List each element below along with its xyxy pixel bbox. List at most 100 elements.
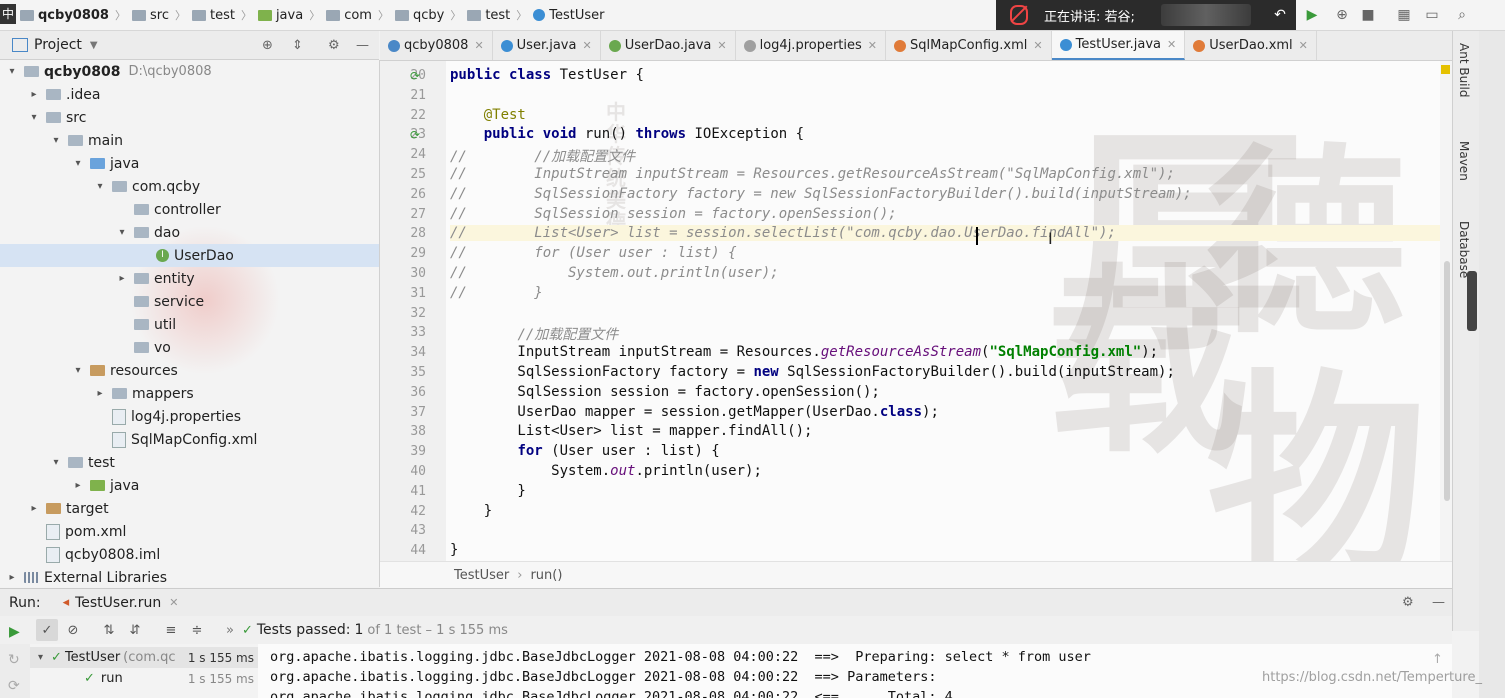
editor-tab[interactable]: UserDao.java ✕ bbox=[601, 31, 736, 60]
expand-all-icon[interactable]: ≡ bbox=[160, 619, 182, 641]
collapse-all-icon[interactable]: ⇕ bbox=[292, 38, 303, 53]
close-icon[interactable]: ✕ bbox=[1033, 39, 1042, 52]
more-icon[interactable]: » bbox=[226, 623, 234, 638]
tree-node[interactable]: log4j.properties bbox=[0, 405, 379, 428]
run-gutter-icon[interactable]: ⟳ bbox=[410, 69, 424, 83]
show-passed-icon[interactable]: ✓ bbox=[36, 619, 58, 641]
tree-node[interactable]: ▾ test bbox=[0, 451, 379, 474]
expand-arrow-icon[interactable]: ▸ bbox=[72, 480, 84, 491]
maven-tool[interactable]: Maven bbox=[1457, 141, 1471, 181]
tree-node[interactable]: vo bbox=[0, 336, 379, 359]
close-icon[interactable]: ✕ bbox=[1167, 38, 1176, 51]
tree-node[interactable]: ▸ .idea bbox=[0, 83, 379, 106]
close-icon[interactable]: ✕ bbox=[169, 596, 178, 609]
editor-tab[interactable]: TestUser.java ✕ bbox=[1051, 31, 1186, 60]
breadcrumb-item[interactable]: qcby bbox=[391, 8, 448, 23]
scroll-thumb[interactable] bbox=[1444, 261, 1450, 501]
close-icon[interactable]: ✕ bbox=[717, 39, 726, 52]
scroll-up-icon[interactable]: ↑ bbox=[1432, 652, 1443, 667]
tree-node[interactable]: qcby0808.iml bbox=[0, 543, 379, 566]
tree-node[interactable]: ▾ main bbox=[0, 129, 379, 152]
tree-node[interactable]: controller bbox=[0, 198, 379, 221]
project-structure-icon[interactable]: ▦ bbox=[1396, 7, 1412, 23]
tree-node[interactable]: ▸ target bbox=[0, 497, 379, 520]
tree-node[interactable]: ▾ dao bbox=[0, 221, 379, 244]
rerun-failed-icon[interactable]: ↻ bbox=[8, 652, 20, 668]
close-icon[interactable]: ✕ bbox=[474, 39, 483, 52]
search-icon[interactable]: ⌕ bbox=[1454, 7, 1470, 23]
stop-icon[interactable]: ■ bbox=[1360, 7, 1376, 23]
editor-scrollbar[interactable] bbox=[1440, 61, 1452, 561]
expand-arrow-icon[interactable]: ▾ bbox=[50, 135, 62, 146]
close-icon[interactable]: ✕ bbox=[868, 39, 877, 52]
expand-arrow-icon[interactable]: ▸ bbox=[28, 503, 40, 514]
breadcrumb-item[interactable]: src bbox=[128, 8, 173, 23]
run-gutter-icon[interactable]: ⟳ bbox=[410, 128, 424, 142]
back-icon[interactable]: ↶ bbox=[1272, 7, 1288, 23]
expand-arrow-icon[interactable]: ▾ bbox=[72, 158, 84, 169]
project-view-selector[interactable]: Project bbox=[34, 37, 82, 53]
gear-icon[interactable]: ⚙ bbox=[328, 38, 340, 53]
muted-mic-icon[interactable] bbox=[1010, 5, 1028, 25]
gear-icon[interactable]: ⚙ bbox=[1402, 595, 1414, 610]
collapse-all-icon[interactable]: ≑ bbox=[186, 619, 208, 641]
editor-tab[interactable]: User.java ✕ bbox=[493, 31, 601, 60]
test-node-class[interactable]: ▾ ✓ TestUser (com.qc 1 s 155 ms bbox=[30, 647, 258, 668]
expand-arrow-icon[interactable]: ▸ bbox=[28, 89, 40, 100]
tree-node[interactable]: ▸ External Libraries bbox=[0, 566, 379, 587]
code-editor[interactable]: 厚 德 载 物 道德高尚承担重大任务 中华传统美德 public class T… bbox=[446, 61, 1440, 561]
tree-node[interactable]: ▾ qcby0808 D:\qcby0808 bbox=[0, 60, 379, 83]
close-icon[interactable]: ✕ bbox=[582, 39, 591, 52]
expand-arrow-icon[interactable]: ▾ bbox=[6, 66, 18, 77]
editor-crumb-class[interactable]: TestUser bbox=[454, 568, 509, 583]
tree-node[interactable]: util bbox=[0, 313, 379, 336]
editor-tab[interactable]: UserDao.xml ✕ bbox=[1185, 31, 1317, 60]
database-tool[interactable]: Database bbox=[1457, 221, 1471, 278]
tree-node[interactable]: pom.xml bbox=[0, 520, 379, 543]
tree-node[interactable]: service bbox=[0, 290, 379, 313]
sort-duration-icon[interactable]: ⇵ bbox=[124, 619, 146, 641]
editor-tab[interactable]: log4j.properties ✕ bbox=[736, 31, 886, 60]
side-handle[interactable] bbox=[1467, 271, 1477, 331]
breadcrumb-item[interactable]: java bbox=[254, 8, 307, 23]
breadcrumb-item[interactable]: test bbox=[463, 8, 514, 23]
coverage-icon[interactable]: ⊕ bbox=[1334, 7, 1350, 23]
tree-node[interactable]: I UserDao bbox=[0, 244, 379, 267]
expand-arrow-icon[interactable]: ▾ bbox=[50, 457, 62, 468]
test-node-method[interactable]: ✓ run 1 s 155 ms bbox=[30, 668, 258, 689]
tree-node[interactable]: ▾ src bbox=[0, 106, 379, 129]
editor-tab[interactable]: SqlMapConfig.xml ✕ bbox=[886, 31, 1052, 60]
expand-arrow-icon[interactable]: ▸ bbox=[116, 273, 128, 284]
expand-arrow-icon[interactable]: ▾ bbox=[116, 227, 128, 238]
expand-arrow-icon[interactable]: ▸ bbox=[94, 388, 106, 399]
editor-crumb-method[interactable]: run() bbox=[530, 568, 562, 583]
sort-alpha-icon[interactable]: ⇅ bbox=[98, 619, 120, 641]
tree-node[interactable]: ▸ entity bbox=[0, 267, 379, 290]
editor-tab[interactable]: qcby0808 ✕ bbox=[380, 31, 493, 60]
run-tab[interactable]: TestUser.run bbox=[75, 595, 161, 611]
expand-arrow-icon[interactable]: ▾ bbox=[94, 181, 106, 192]
tree-node[interactable]: ▾ java bbox=[0, 152, 379, 175]
tree-node[interactable]: ▸ mappers bbox=[0, 382, 379, 405]
locate-icon[interactable]: ⊕ bbox=[262, 38, 273, 53]
show-ignored-icon[interactable]: ⊘ bbox=[62, 619, 84, 641]
terminal-icon[interactable]: ▭ bbox=[1424, 7, 1440, 23]
rerun-icon[interactable]: ▶ bbox=[9, 624, 20, 640]
ant-build-tool[interactable]: Ant Build bbox=[1457, 43, 1471, 97]
minimize-icon[interactable]: — bbox=[1432, 595, 1445, 610]
expand-arrow-icon[interactable]: ▾ bbox=[28, 112, 40, 123]
tree-node[interactable]: ▾ resources bbox=[0, 359, 379, 382]
breadcrumb-item[interactable]: com bbox=[322, 8, 376, 23]
tree-node[interactable]: ▾ com.qcby bbox=[0, 175, 379, 198]
tree-node[interactable]: SqlMapConfig.xml bbox=[0, 428, 379, 451]
chevron-down-icon[interactable]: ▼ bbox=[90, 40, 98, 51]
toggle-autotest-icon[interactable]: ⟳ bbox=[8, 678, 20, 694]
breadcrumb-item[interactable]: qcby0808 bbox=[16, 8, 113, 23]
expand-arrow-icon[interactable]: ▾ bbox=[72, 365, 84, 376]
rerun-icon[interactable]: ▶ bbox=[1304, 7, 1320, 23]
tree-node[interactable]: ▸ java bbox=[0, 474, 379, 497]
breadcrumb-item[interactable]: test bbox=[188, 8, 239, 23]
close-icon[interactable]: ✕ bbox=[1299, 39, 1308, 52]
hide-panel-icon[interactable]: — bbox=[356, 38, 369, 53]
expand-arrow-icon[interactable]: ▸ bbox=[6, 572, 18, 583]
